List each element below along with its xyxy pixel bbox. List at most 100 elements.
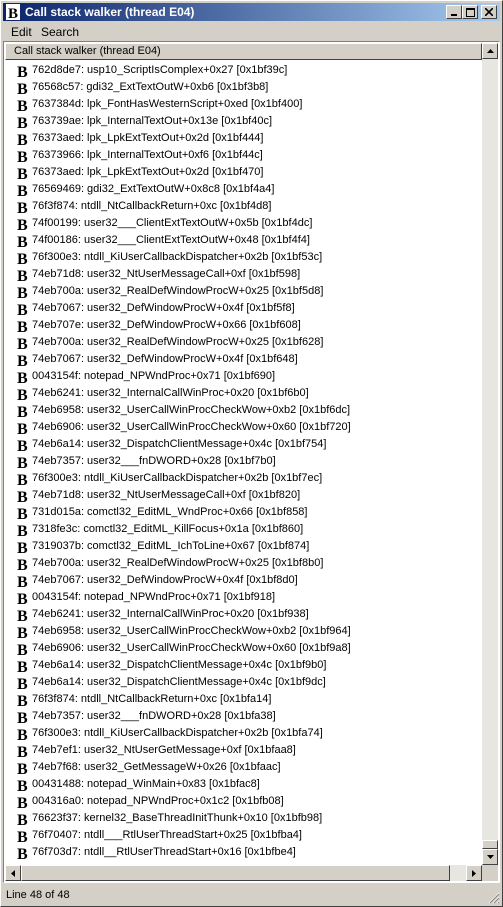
list-item[interactable]: B 74eb6241: user32_InternalCallWinProc+0x… (5, 606, 482, 623)
svg-text:B: B (17, 761, 28, 775)
svg-text:B: B (17, 693, 28, 707)
close-button[interactable] (481, 5, 497, 19)
list-item[interactable]: B 0043154f: notepad_NPWndProc+0x71 [0x1bf… (5, 368, 482, 385)
b-frame-icon: B (17, 251, 28, 265)
list-item[interactable]: B 7318fe3c: comctl32_EditML_KillFocus+0x1… (5, 521, 482, 538)
svg-text:B: B (17, 64, 28, 78)
svg-text:B: B (17, 438, 28, 452)
vertical-scrollbar[interactable] (482, 43, 498, 865)
list-item-label: 74eb6906: user32_UserCallWinProcCheckWow… (32, 421, 351, 433)
list-item[interactable]: B 74eb6a14: user32_DispatchClientMessage+… (5, 657, 482, 674)
svg-text:B: B (17, 200, 28, 214)
list-item[interactable]: B 76f3f874: ntdll_NtCallbackReturn+0xc [0… (5, 691, 482, 708)
list-item[interactable]: B 76373966: lpk_InternalTextOut+0xf6 [0x1… (5, 147, 482, 164)
list-item[interactable]: B 74eb6a14: user32_DispatchClientMessage+… (5, 436, 482, 453)
list-item[interactable]: B 74eb6906: user32_UserCallWinProcCheckWo… (5, 640, 482, 657)
list-item[interactable]: B 7637384d: lpk_FontHasWesternScript+0xed… (5, 96, 482, 113)
list-item[interactable]: B 74eb71d8: user32_NtUserMessageCall+0xf … (5, 487, 482, 504)
list-item-label: 74eb71d8: user32_NtUserMessageCall+0xf [… (32, 489, 301, 501)
list-item[interactable]: B 76373aed: lpk_LpkExtTextOut+0x2d [0x1bf… (5, 130, 482, 147)
list-item[interactable]: B 74eb6906: user32_UserCallWinProcCheckWo… (5, 419, 482, 436)
list-header[interactable]: Call stack walker (thread E04) (5, 43, 482, 60)
list-item[interactable]: B 76373aed: lpk_LpkExtTextOut+0x2d [0x1bf… (5, 164, 482, 181)
svg-text:B: B (17, 166, 28, 180)
list-item[interactable]: B 74eb700a: user32_RealDefWindowProcW+0x2… (5, 555, 482, 572)
status-bar: Line 48 of 48 (3, 886, 500, 904)
horizontal-scroll-thumb[interactable] (21, 865, 450, 881)
list-item[interactable]: B 76f703d7: ntdll__RtlUserThreadStart+0x1… (5, 844, 482, 861)
scroll-down-button[interactable] (482, 849, 498, 865)
b-frame-icon: B (17, 591, 28, 605)
b-frame-icon: B (17, 574, 28, 588)
svg-text:B: B (17, 149, 28, 163)
svg-text:B: B (17, 676, 28, 690)
list-item[interactable]: B 0043154f: notepad_NPWndProc+0x71 [0x1bf… (5, 589, 482, 606)
list-item-label: 7318fe3c: comctl32_EditML_KillFocus+0x1a… (32, 523, 304, 535)
list-item[interactable]: B 7319037b: comctl32_EditML_IchToLine+0x6… (5, 538, 482, 555)
list-item[interactable]: B 74eb7067: user32_DefWindowProcW+0x4f [0… (5, 300, 482, 317)
svg-text:B: B (17, 659, 28, 673)
svg-text:B: B (17, 727, 28, 741)
minimize-button[interactable] (446, 5, 462, 19)
list-item[interactable]: B 74eb700a: user32_RealDefWindowProcW+0x2… (5, 283, 482, 300)
title-bar[interactable]: B Call stack walker (thread E04) (3, 3, 500, 21)
svg-text:B: B (17, 285, 28, 299)
list-item[interactable]: B 74eb7067: user32_DefWindowProcW+0x4f [0… (5, 351, 482, 368)
list-item[interactable]: B 74eb707e: user32_DefWindowProcW+0x66 [0… (5, 317, 482, 334)
list-header-label: Call stack walker (thread E04) (14, 45, 161, 57)
list-item[interactable]: B 74eb7f68: user32_GetMessageW+0x26 [0x1b… (5, 759, 482, 776)
b-frame-icon: B (17, 183, 28, 197)
list-item[interactable]: B 74eb6958: user32_UserCallWinProcCheckWo… (5, 623, 482, 640)
list-item[interactable]: B 76f300e3: ntdll_KiUserCallbackDispatche… (5, 249, 482, 266)
svg-text:B: B (17, 455, 28, 469)
list-item[interactable]: B 76f70407: ntdll___RtlUserThreadStart+0x… (5, 827, 482, 844)
list-item[interactable]: B 76f300e3: ntdll_KiUserCallbackDispatche… (5, 725, 482, 742)
horizontal-scrollbar[interactable] (5, 865, 482, 881)
list-item[interactable]: B 74eb7357: user32___fnDWORD+0x28 [0x1bfa… (5, 708, 482, 725)
b-frame-icon: B (17, 81, 28, 95)
list-item[interactable]: B 74eb7067: user32_DefWindowProcW+0x4f [0… (5, 572, 482, 589)
arrow-left-icon (11, 869, 15, 877)
window-title: Call stack walker (thread E04) (25, 5, 195, 19)
call-stack-list[interactable]: Call stack walker (thread E04) B 762d8de7… (3, 41, 500, 883)
menu-search[interactable]: Search (41, 25, 79, 39)
close-icon (485, 8, 493, 16)
list-item[interactable]: B 74eb7ef1: user32_NtUserGetMessage+0xf [… (5, 742, 482, 759)
vertical-scroll-thumb[interactable] (482, 840, 498, 849)
scroll-left-button[interactable] (5, 865, 21, 881)
list-item[interactable]: B 731d015a: comctl32_EditML_WndProc+0x66 … (5, 504, 482, 521)
b-frame-icon: B (17, 353, 28, 367)
list-item-label: 76f300e3: ntdll_KiUserCallbackDispatcher… (32, 727, 323, 739)
list-item[interactable]: B 74eb6a14: user32_DispatchClientMessage+… (5, 674, 482, 691)
list-item-label: 74eb6241: user32_InternalCallWinProc+0x2… (32, 387, 309, 399)
list-item-label: 74eb6a14: user32_DispatchClientMessage+0… (32, 438, 327, 450)
list-item-label: 74eb700a: user32_RealDefWindowProcW+0x25… (32, 336, 324, 348)
maximize-button[interactable] (462, 5, 478, 19)
scroll-up-button[interactable] (482, 43, 498, 59)
list-item[interactable]: B 76568c57: gdi32_ExtTextOutW+0xb6 [0x1bf… (5, 79, 482, 96)
resize-grip-icon[interactable] (486, 890, 500, 904)
list-item[interactable]: B 00431488: notepad_WinMain+0x83 [0x1bfac… (5, 776, 482, 793)
scroll-right-button[interactable] (466, 865, 482, 881)
list-item-label: 76373aed: lpk_LpkExtTextOut+0x2d [0x1bf4… (32, 166, 264, 178)
b-frame-icon: B (17, 98, 28, 112)
list-item[interactable]: B 74eb71d8: user32_NtUserMessageCall+0xf … (5, 266, 482, 283)
list-item[interactable]: B 762d8de7: usp10_ScriptIsComplex+0x27 [0… (5, 62, 482, 79)
list-item[interactable]: B 74eb7357: user32___fnDWORD+0x28 [0x1bf7… (5, 453, 482, 470)
list-item[interactable]: B 74eb6241: user32_InternalCallWinProc+0x… (5, 385, 482, 402)
menu-edit[interactable]: Edit (11, 25, 32, 39)
list-item[interactable]: B 004316a0: notepad_NPWndProc+0x1c2 [0x1b… (5, 793, 482, 810)
list-item[interactable]: B 76f300e3: ntdll_KiUserCallbackDispatche… (5, 470, 482, 487)
list-item[interactable]: B 74eb6958: user32_UserCallWinProcCheckWo… (5, 402, 482, 419)
list-item[interactable]: B 76569469: gdi32_ExtTextOutW+0x8c8 [0x1b… (5, 181, 482, 198)
list-item-label: 762d8de7: usp10_ScriptIsComplex+0x27 [0x… (32, 64, 288, 76)
b-frame-icon: B (17, 421, 28, 435)
b-frame-icon: B (17, 744, 28, 758)
list-item[interactable]: B 74eb700a: user32_RealDefWindowProcW+0x2… (5, 334, 482, 351)
list-item[interactable]: B 76623f37: kernel32_BaseThreadInitThunk+… (5, 810, 482, 827)
list-item[interactable]: B 74f00186: user32___ClientExtTextOutW+0x… (5, 232, 482, 249)
list-item[interactable]: B 76f3f874: ntdll_NtCallbackReturn+0xc [0… (5, 198, 482, 215)
list-item[interactable]: B 74f00199: user32___ClientExtTextOutW+0x… (5, 215, 482, 232)
list-item[interactable]: B 763739ae: lpk_InternalTextOut+0x13e [0x… (5, 113, 482, 130)
list-item-label: 74f00199: user32___ClientExtTextOutW+0x5… (32, 217, 313, 229)
